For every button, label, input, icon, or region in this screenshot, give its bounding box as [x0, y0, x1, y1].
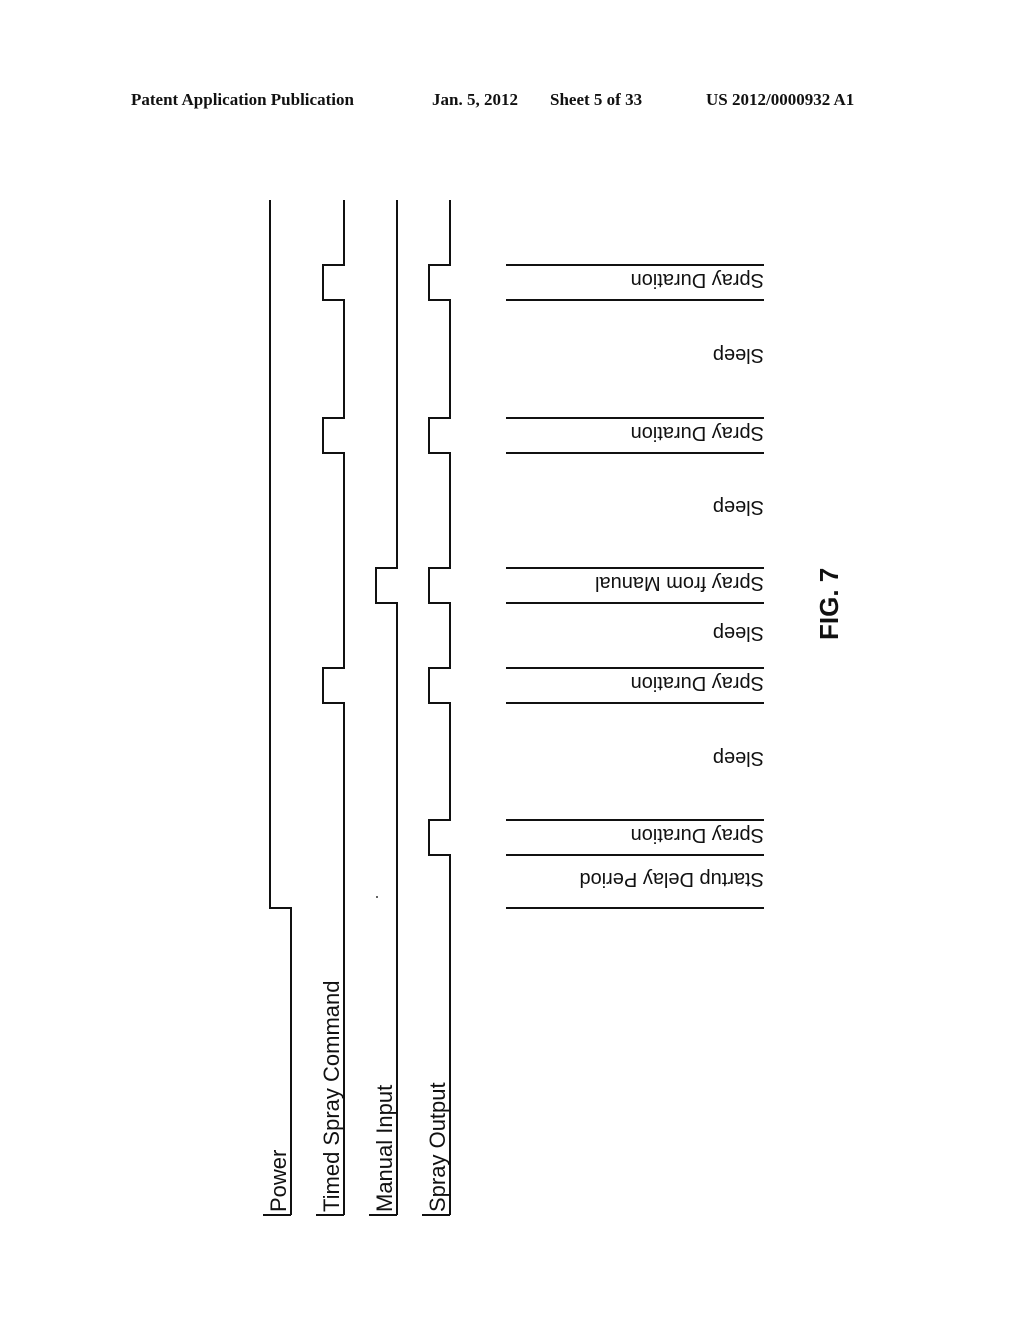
signal-label-spray-output: Spray Output [425, 1082, 450, 1212]
power-trace [269, 200, 292, 1215]
period-label-spray-duration: Spray Duration [631, 422, 764, 444]
manual-input-trace [375, 200, 398, 1215]
period-label-startup-delay: Startup Delay Period [579, 868, 764, 890]
timing-diagram: Power Timed Spray Command Manual Input S… [263, 200, 844, 1216]
signal-label-manual-input: Manual Input [372, 1085, 397, 1212]
period-label-sleep: Sleep [713, 747, 764, 769]
figure-label: FIG. 7 [814, 568, 844, 640]
scan-speck [376, 896, 378, 898]
period-label-sleep: Sleep [713, 344, 764, 366]
spray-output-trace [428, 200, 451, 1215]
period-label-spray-duration: Spray Duration [631, 824, 764, 846]
period-label-sleep: Sleep [713, 622, 764, 644]
period-label-spray-duration: Spray Duration [631, 269, 764, 291]
period-label-sleep: Sleep [713, 496, 764, 518]
period-label-spray-duration: Spray Duration [631, 672, 764, 694]
signal-label-timed-spray-command: Timed Spray Command [319, 981, 344, 1212]
signal-label-power: Power [266, 1150, 291, 1212]
period-label-spray-from-manual: Spray from Manual [595, 572, 764, 594]
